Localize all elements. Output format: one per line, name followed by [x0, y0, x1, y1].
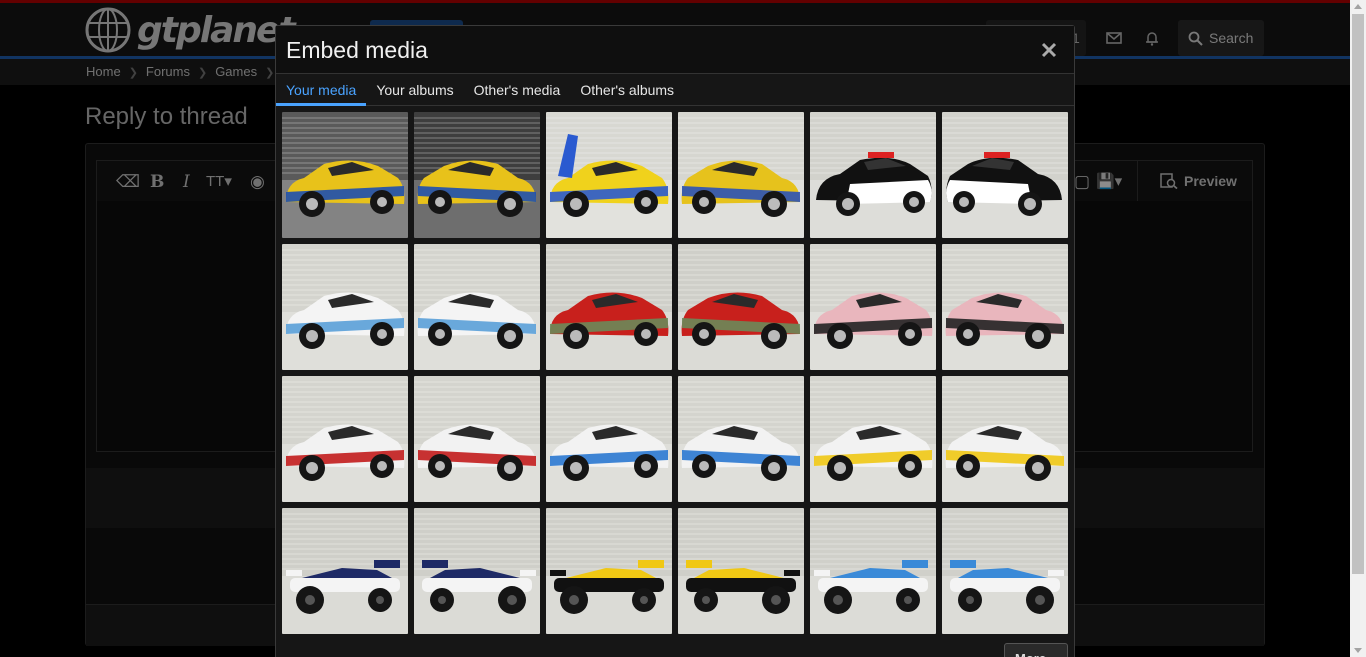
media-thumbnail[interactable] — [810, 112, 936, 238]
media-thumbnail-image — [942, 244, 1068, 370]
media-thumbnail[interactable] — [546, 508, 672, 634]
media-thumbnail[interactable] — [282, 112, 408, 238]
modal-header: Embed media — [276, 26, 1074, 74]
media-thumbnail-image — [546, 112, 672, 238]
media-thumbnail[interactable] — [546, 376, 672, 502]
media-thumbnail[interactable] — [414, 508, 540, 634]
media-thumbnail-image — [546, 508, 672, 634]
media-thumbnail[interactable] — [810, 376, 936, 502]
media-thumbnail[interactable] — [678, 508, 804, 634]
media-thumbnail-image — [414, 376, 540, 502]
more-button[interactable]: More... — [1004, 643, 1068, 657]
media-thumbnail[interactable] — [678, 244, 804, 370]
tab-others-albums[interactable]: Other's albums — [570, 75, 684, 106]
media-grid — [282, 112, 1068, 634]
media-thumbnail-image — [678, 508, 804, 634]
close-button[interactable] — [1036, 37, 1062, 63]
tab-your-albums[interactable]: Your albums — [366, 75, 463, 106]
page-root: gtplanet 1 Search Home ❯ Forums ❯ Games … — [0, 0, 1366, 657]
media-thumbnail[interactable] — [678, 376, 804, 502]
media-thumbnail-image — [942, 112, 1068, 238]
media-thumbnail-image — [810, 508, 936, 634]
media-thumbnail-image — [810, 112, 936, 238]
media-thumbnail-image — [942, 508, 1068, 634]
media-thumbnail[interactable] — [678, 112, 804, 238]
media-thumbnail-image — [414, 112, 540, 238]
scrollbar-thumb[interactable] — [1352, 14, 1364, 574]
media-thumbnail[interactable] — [414, 112, 540, 238]
media-thumbnail[interactable] — [942, 244, 1068, 370]
media-thumbnail-image — [414, 508, 540, 634]
media-thumbnail-image — [810, 376, 936, 502]
media-thumbnail-image — [282, 508, 408, 634]
media-thumbnail[interactable] — [282, 244, 408, 370]
media-thumbnail-image — [282, 244, 408, 370]
media-thumbnail-image — [546, 376, 672, 502]
embed-media-modal: Embed media Your media Your albums Other… — [275, 25, 1075, 657]
media-thumbnail-image — [678, 376, 804, 502]
media-thumbnail[interactable] — [414, 376, 540, 502]
media-thumbnail-image — [282, 112, 408, 238]
modal-title: Embed media — [286, 37, 428, 63]
tab-your-media[interactable]: Your media — [276, 75, 367, 106]
media-thumbnail[interactable] — [810, 508, 936, 634]
media-thumbnail[interactable] — [942, 112, 1068, 238]
media-thumbnail-image — [546, 244, 672, 370]
media-thumbnail[interactable] — [942, 508, 1068, 634]
media-thumbnail-image — [942, 376, 1068, 502]
media-thumbnail[interactable] — [810, 244, 936, 370]
media-thumbnail[interactable] — [282, 376, 408, 502]
media-thumbnail-image — [810, 244, 936, 370]
media-thumbnail-image — [678, 112, 804, 238]
media-thumbnail[interactable] — [414, 244, 540, 370]
media-thumbnail-image — [282, 376, 408, 502]
tab-others-media[interactable]: Other's media — [464, 75, 571, 106]
close-icon — [1041, 42, 1057, 58]
media-thumbnail-image — [414, 244, 540, 370]
media-thumbnail[interactable] — [942, 376, 1068, 502]
scroll-down-arrow-icon[interactable] — [1354, 648, 1362, 653]
media-thumbnail[interactable] — [546, 244, 672, 370]
media-thumbnail[interactable] — [546, 112, 672, 238]
media-thumbnail-image — [678, 244, 804, 370]
media-tabs: Your media Your albums Other's media Oth… — [276, 75, 1074, 106]
scroll-up-arrow-icon[interactable] — [1354, 4, 1362, 9]
media-thumbnail[interactable] — [282, 508, 408, 634]
